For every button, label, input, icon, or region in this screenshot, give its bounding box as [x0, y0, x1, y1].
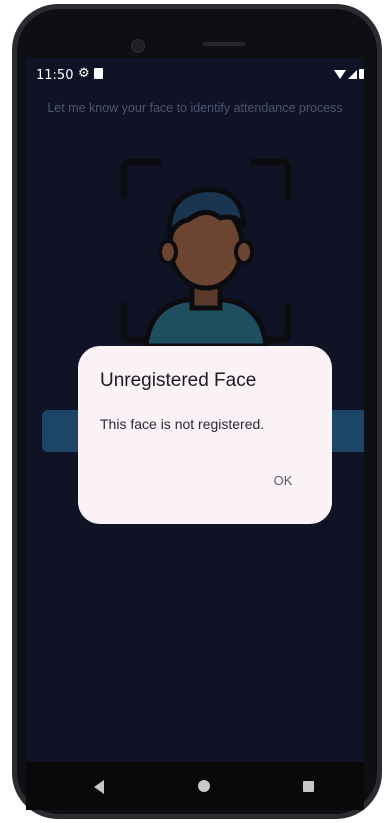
unregistered-face-dialog: Unregistered Face This face is not regis…	[78, 346, 332, 524]
front-camera	[131, 39, 145, 53]
home-icon[interactable]	[198, 780, 210, 792]
earpiece-speaker	[203, 42, 245, 46]
system-nav-bar	[26, 762, 364, 810]
sd-card-icon	[94, 68, 103, 79]
face-scan-icon	[120, 158, 292, 346]
instruction-text: Let me know your face to identify attend…	[47, 101, 343, 115]
dialog-title: Unregistered Face	[100, 370, 257, 391]
status-bar: 11:50 ⚙	[26, 58, 364, 92]
battery-icon	[359, 69, 364, 79]
gear-icon: ⚙	[78, 66, 90, 81]
ok-button[interactable]: OK	[268, 470, 298, 492]
signal-icon	[348, 70, 357, 79]
dialog-message: This face is not registered.	[100, 416, 265, 432]
back-icon[interactable]	[94, 780, 104, 794]
wifi-icon	[334, 70, 346, 79]
recents-icon[interactable]	[303, 781, 314, 792]
status-time: 11:50	[36, 68, 74, 83]
